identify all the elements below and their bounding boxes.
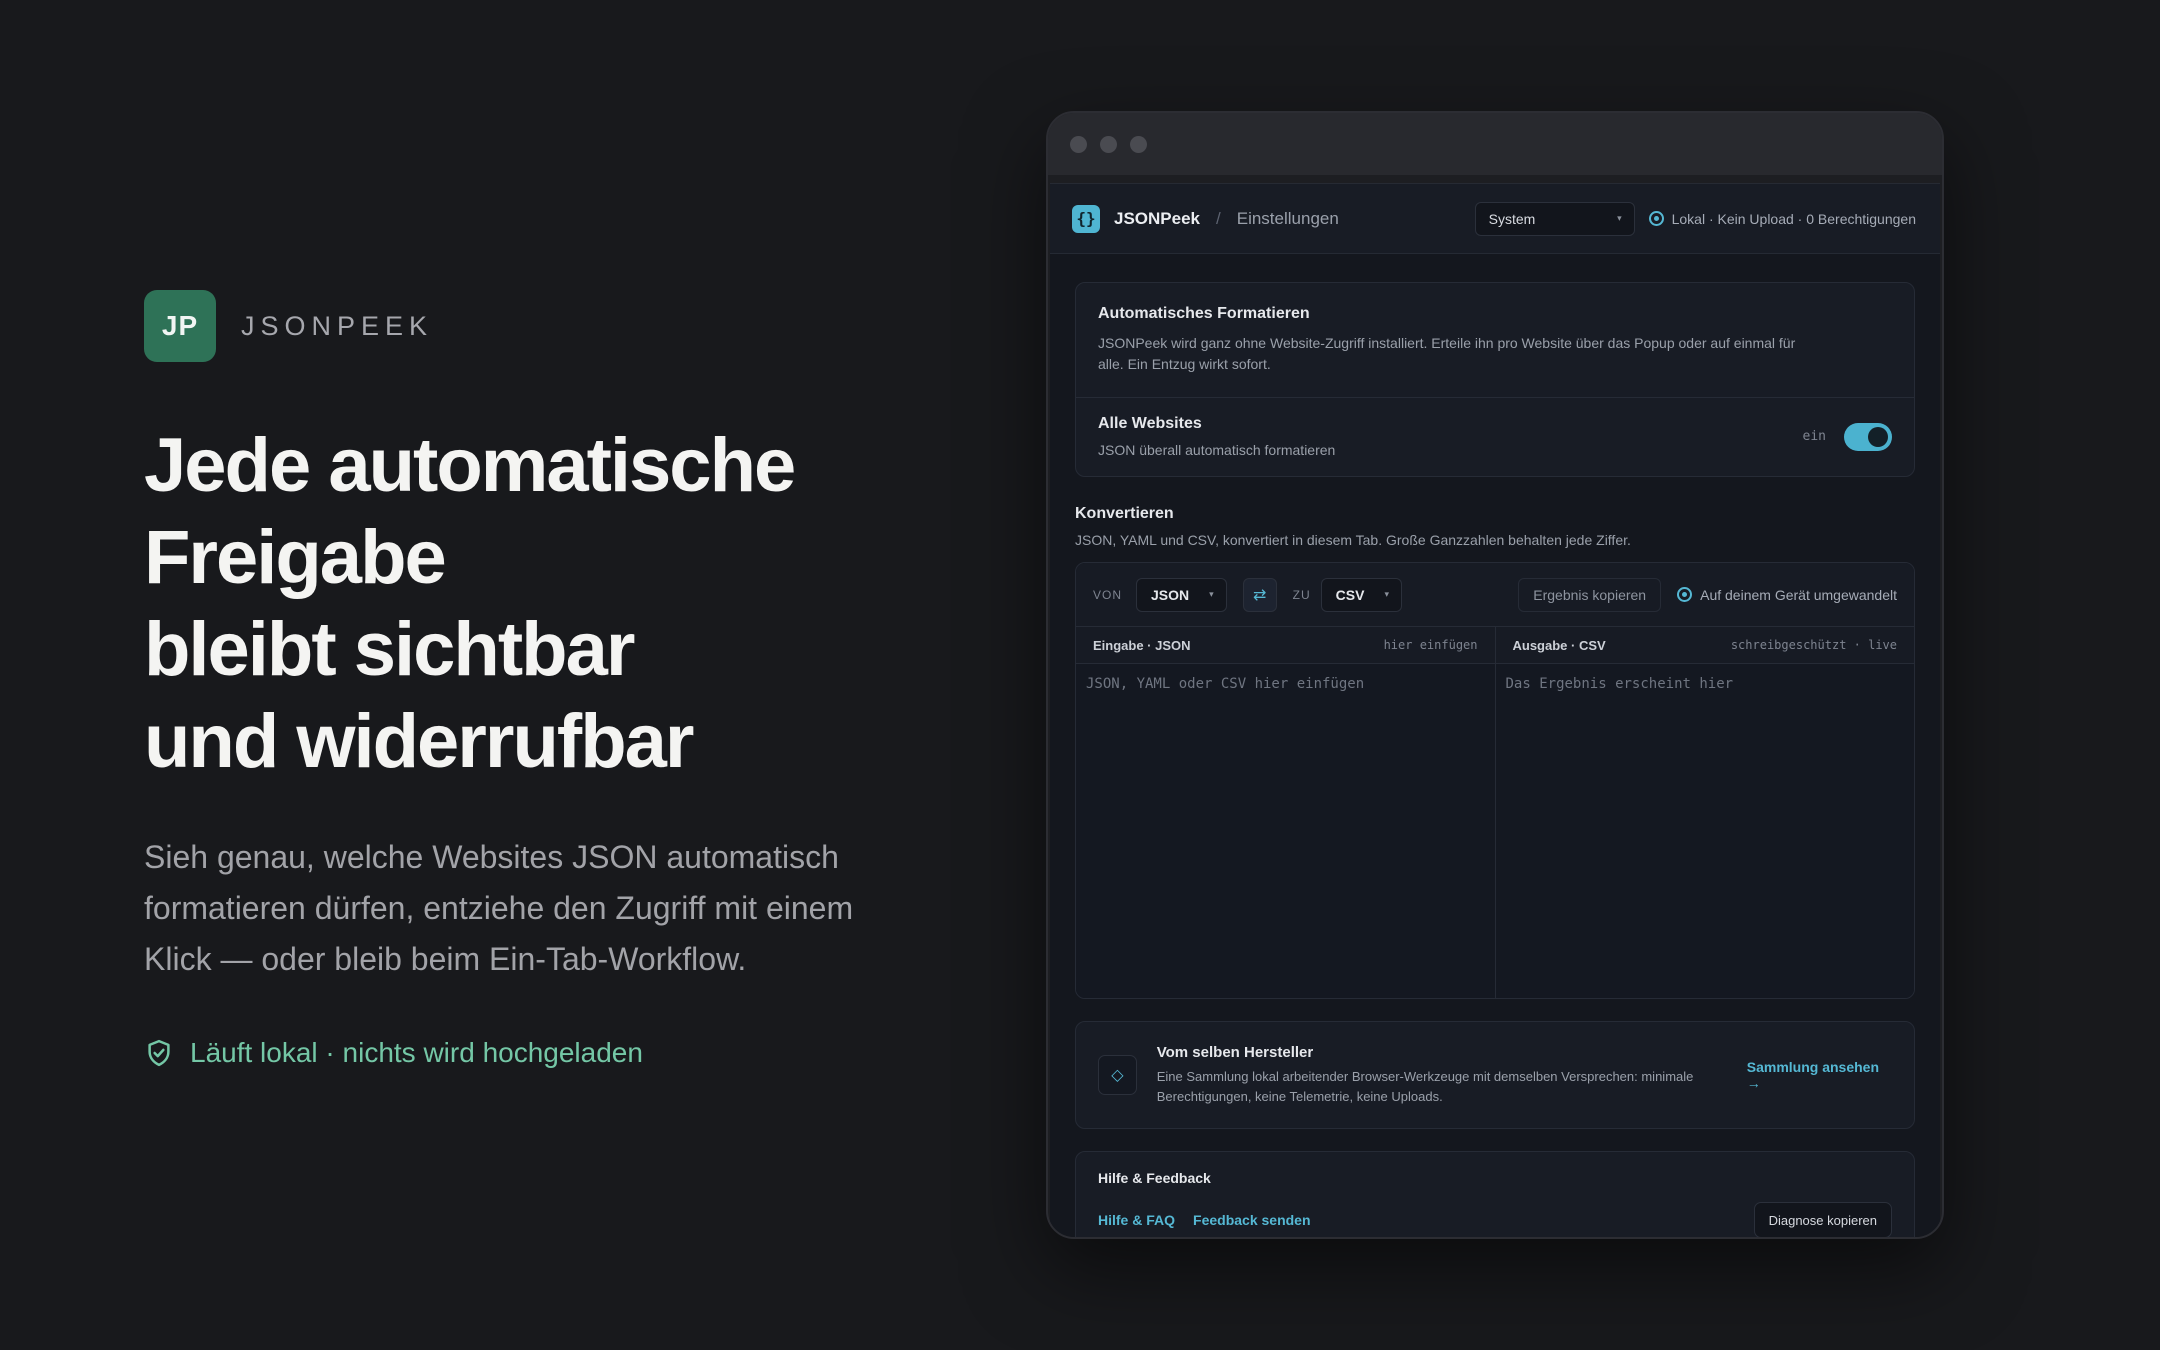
copy-result-button[interactable]: Ergebnis kopieren <box>1518 577 1662 612</box>
breadcrumb-current: Einstellungen <box>1236 208 1339 228</box>
help-card: Hilfe & Feedback Hilfe & FAQ Feedback se… <box>1075 1151 1915 1237</box>
diamond-icon: ◇ <box>1098 1055 1137 1095</box>
output-pane-hint: schreibgeschützt · live <box>1730 638 1897 652</box>
maker-card: ◇ Vom selben Hersteller Eine Sammlung lo… <box>1075 1021 1915 1129</box>
headline-line-1: Jede automatische <box>144 423 796 508</box>
maker-description: Eine Sammlung lokal arbeitender Browser-… <box>1156 1068 1694 1104</box>
converter-toolbar: VON JSON ▾ ⇄ ZU CSV ▾ Ergebnis kopieren <box>1076 563 1914 627</box>
window-minimize-dot[interactable] <box>1100 135 1117 153</box>
brand-logo: JP <box>144 290 216 362</box>
convert-section: Konvertieren JSON, YAML und CSV, konvert… <box>1075 505 1915 548</box>
local-note-text: Läuft lokal · nichts wird hochgeladen <box>190 1037 643 1068</box>
output-pane: Ausgabe · CSV schreibgeschützt · live Da… <box>1494 627 1914 998</box>
output-textarea[interactable]: Das Ergebnis erscheint hier <box>1495 664 1914 998</box>
input-pane-hint: hier einfügen <box>1383 638 1478 652</box>
help-faq-link[interactable]: Hilfe & FAQ <box>1098 1212 1175 1228</box>
view-collection-link[interactable]: Sammlung ansehen → <box>1747 1059 1892 1091</box>
from-format-select[interactable]: JSON ▾ <box>1136 577 1227 612</box>
chevron-down-icon: ▾ <box>1384 589 1389 599</box>
headline: Jede automatische Freigabe bleibt sichtb… <box>144 420 904 788</box>
all-sites-title: Alle Websites <box>1098 415 1202 432</box>
app-header: {} JSONPeek / Einstellungen System ▾ Lok… <box>1050 184 1940 254</box>
converter: VON JSON ▾ ⇄ ZU CSV ▾ Ergebnis kopieren <box>1075 562 1915 999</box>
brand: JP JSONPEEK <box>144 290 904 362</box>
convert-title: Konvertieren <box>1075 505 1174 522</box>
convert-subtitle: JSON, YAML und CSV, konvertiert in diese… <box>1075 532 1631 548</box>
status-dot-icon <box>1677 587 1693 602</box>
auto-format-card: Automatisches Formatieren JSONPeek wird … <box>1075 282 1915 477</box>
all-sites-row: Alle Websites JSON überall automatisch f… <box>1076 398 1914 476</box>
settings-page: {} JSONPeek / Einstellungen System ▾ Lok… <box>1050 183 1940 1237</box>
chevron-down-icon: ▾ <box>1617 213 1622 223</box>
input-textarea[interactable]: JSON, YAML oder CSV hier einfügen <box>1076 664 1495 998</box>
to-label: ZU <box>1292 587 1311 602</box>
send-feedback-link[interactable]: Feedback senden <box>1193 1212 1311 1228</box>
settings-content: Automatisches Formatieren JSONPeek wird … <box>1050 254 1940 1237</box>
shield-check-icon <box>148 1039 170 1067</box>
browser-window: {} JSONPeek / Einstellungen System ▾ Lok… <box>1046 111 1944 1239</box>
local-note: Läuft lokal · nichts wird hochgeladen <box>144 1037 904 1069</box>
window-close-dot[interactable] <box>1070 135 1087 153</box>
privacy-status-text: Lokal · Kein Upload · 0 Berechtigungen <box>1671 210 1916 227</box>
app-name: JSONPeek <box>1114 208 1200 228</box>
converter-panes: Eingabe · JSON hier einfügen JSON, YAML … <box>1076 627 1914 998</box>
all-sites-toggle[interactable] <box>1844 422 1892 451</box>
from-format-value: JSON <box>1151 586 1190 603</box>
input-pane: Eingabe · JSON hier einfügen JSON, YAML … <box>1076 627 1495 998</box>
help-title: Hilfe & Feedback <box>1098 1170 1211 1186</box>
theme-select-value: System <box>1488 210 1536 227</box>
local-conversion-text: Auf deinem Gerät umgewandelt <box>1700 586 1897 603</box>
hero-subtitle: Sieh genau, welche Websites JSON automat… <box>144 839 854 977</box>
hero: JP JSONPEEK Jede automatische Freigabe b… <box>144 290 904 1069</box>
toggle-state-label: ein <box>1802 429 1826 444</box>
local-conversion-status: Auf deinem Gerät umgewandelt <box>1677 587 1897 603</box>
headline-line-3: bleibt sichtbar <box>144 607 635 692</box>
to-format-value: CSV <box>1335 586 1365 603</box>
window-titlebar <box>1048 113 1942 175</box>
maker-title: Vom selben Hersteller <box>1156 1043 1314 1061</box>
all-sites-subtitle: JSON überall automatisch formatieren <box>1098 442 1336 458</box>
input-pane-title: Eingabe · JSON <box>1093 637 1191 653</box>
theme-select[interactable]: System ▾ <box>1474 201 1635 236</box>
braces-icon: {} <box>1072 204 1100 233</box>
brand-name: JSONPEEK <box>241 310 434 341</box>
to-format-select[interactable]: CSV ▾ <box>1320 577 1402 612</box>
headline-line-4: und widerrufbar <box>144 699 694 784</box>
copy-diagnostics-button[interactable]: Diagnose kopieren <box>1753 1202 1892 1237</box>
auto-format-title: Automatisches Formatieren <box>1098 305 1310 322</box>
chevron-down-icon: ▾ <box>1209 589 1214 599</box>
headline-line-2: Freigabe <box>144 515 447 600</box>
from-label: VON <box>1093 587 1123 602</box>
privacy-status: Lokal · Kein Upload · 0 Berechtigungen <box>1648 210 1916 227</box>
auto-format-description: JSONPeek wird ganz ohne Website-Zugriff … <box>1098 335 1796 372</box>
window-zoom-dot[interactable] <box>1130 135 1147 153</box>
breadcrumb-separator: / <box>1216 208 1221 228</box>
swap-icon[interactable]: ⇄ <box>1242 577 1277 612</box>
output-pane-title: Ausgabe · CSV <box>1512 637 1606 653</box>
status-dot-icon <box>1648 211 1664 226</box>
